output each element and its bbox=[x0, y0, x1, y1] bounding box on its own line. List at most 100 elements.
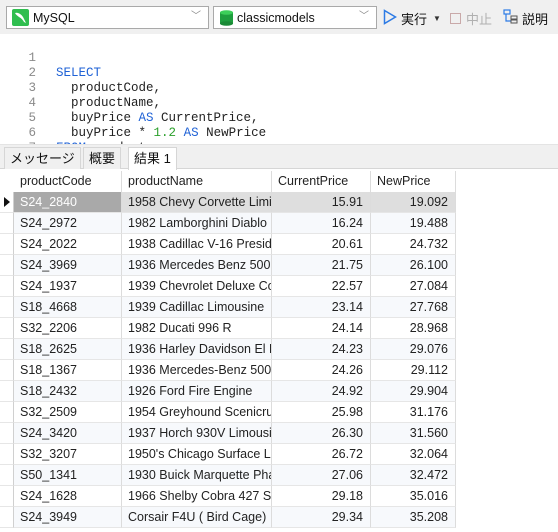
cell-productcode[interactable]: S24_3969 bbox=[14, 255, 122, 276]
cell-productname[interactable]: 1982 Lamborghini Diablo bbox=[122, 213, 272, 234]
row-header[interactable] bbox=[0, 465, 14, 486]
cell-currentprice[interactable]: 26.72 bbox=[272, 444, 371, 465]
table-row[interactable]: S32_25091954 Greyhound Scenicruiser25.98… bbox=[0, 402, 456, 423]
cell-newprice[interactable]: 19.092 bbox=[371, 192, 456, 213]
cell-currentprice[interactable]: 24.26 bbox=[272, 360, 371, 381]
cell-productcode[interactable]: S32_3207 bbox=[14, 444, 122, 465]
row-header[interactable] bbox=[0, 360, 14, 381]
cell-productname[interactable]: 1939 Chevrolet Deluxe Coupe bbox=[122, 276, 272, 297]
cell-productname[interactable]: 1936 Mercedes Benz 500k Roadster bbox=[122, 255, 272, 276]
table-row[interactable]: S18_4668 1939 Cadillac Limousine 23.14 27.7… bbox=[0, 297, 456, 318]
cell-newprice[interactable]: 19.488 bbox=[371, 213, 456, 234]
cell-newprice[interactable]: 28.968 bbox=[371, 318, 456, 339]
table-row[interactable]: S18_13671936 Mercedes-Benz 500K Special … bbox=[0, 360, 456, 381]
tab-summary[interactable]: 概要 bbox=[83, 147, 122, 169]
cell-productname[interactable]: 1936 Harley Davidson El Knucklehead bbox=[122, 339, 272, 360]
table-row[interactable]: S24_3949 Corsair F4U ( Bird Cage) 29.34 35.… bbox=[0, 507, 456, 528]
column-header-currentprice[interactable]: CurrentPrice bbox=[272, 171, 371, 192]
cell-newprice[interactable]: 24.732 bbox=[371, 234, 456, 255]
column-header-newprice[interactable]: NewPrice bbox=[371, 171, 456, 192]
tab-messages[interactable]: メッセージ bbox=[4, 147, 81, 169]
row-header[interactable] bbox=[0, 255, 14, 276]
cell-productcode[interactable]: S32_2206 bbox=[14, 318, 122, 339]
row-header[interactable] bbox=[0, 444, 14, 465]
cell-currentprice[interactable]: 26.30 bbox=[272, 423, 371, 444]
cell-currentprice[interactable]: 20.61 bbox=[272, 234, 371, 255]
cell-productcode[interactable]: S24_3420 bbox=[14, 423, 122, 444]
table-row[interactable]: S32_32071950's Chicago Surface Lines Str… bbox=[0, 444, 456, 465]
cell-productname[interactable]: Corsair F4U ( Bird Cage) bbox=[122, 507, 272, 528]
table-row[interactable]: S24_1628 1966 Shelby Cobra 427 S/C 29.18 35… bbox=[0, 486, 456, 507]
cell-currentprice[interactable]: 27.06 bbox=[272, 465, 371, 486]
row-header[interactable] bbox=[0, 192, 14, 213]
cell-newprice[interactable]: 27.084 bbox=[371, 276, 456, 297]
table-row[interactable]: S24_3420 1937 Horch 930V Limousine 26.30 31… bbox=[0, 423, 456, 444]
row-header[interactable] bbox=[0, 318, 14, 339]
cell-productcode[interactable]: S24_2022 bbox=[14, 234, 122, 255]
tab-result-1[interactable]: 結果 1 bbox=[128, 147, 177, 170]
cell-newprice[interactable]: 29.112 bbox=[371, 360, 456, 381]
column-header-productcode[interactable]: productCode bbox=[14, 171, 122, 192]
cell-productcode[interactable]: S32_2509 bbox=[14, 402, 122, 423]
row-header[interactable] bbox=[0, 297, 14, 318]
cell-productname[interactable]: 1982 Ducati 996 R bbox=[122, 318, 272, 339]
table-row[interactable]: S18_26251936 Harley Davidson El Knuckleh… bbox=[0, 339, 456, 360]
stop-button[interactable]: 中止 bbox=[450, 7, 492, 29]
table-row[interactable]: S18_2432 1926 Ford Fire Engine 24.92 29.904 bbox=[0, 381, 456, 402]
cell-newprice[interactable]: 35.016 bbox=[371, 486, 456, 507]
table-row[interactable]: S24_2972 1982 Lamborghini Diablo 16.24 19.4… bbox=[0, 213, 456, 234]
row-header[interactable] bbox=[0, 507, 14, 528]
table-row[interactable]: S32_2206 1982 Ducati 996 R 24.14 28.968 bbox=[0, 318, 456, 339]
cell-newprice[interactable]: 31.176 bbox=[371, 402, 456, 423]
cell-newprice[interactable]: 26.100 bbox=[371, 255, 456, 276]
run-dropdown-icon[interactable]: ▼ bbox=[433, 14, 441, 23]
cell-productcode[interactable]: S24_1937 bbox=[14, 276, 122, 297]
cell-productname[interactable]: 1958 Chevy Corvette Limited Edition bbox=[122, 192, 272, 213]
cell-newprice[interactable]: 29.904 bbox=[371, 381, 456, 402]
connection-select[interactable]: MySQL ﹀ bbox=[6, 6, 209, 29]
cell-currentprice[interactable]: 29.34 bbox=[272, 507, 371, 528]
cell-currentprice[interactable]: 22.57 bbox=[272, 276, 371, 297]
cell-productcode[interactable]: S18_4668 bbox=[14, 297, 122, 318]
row-header[interactable] bbox=[0, 339, 14, 360]
cell-newprice[interactable]: 32.472 bbox=[371, 465, 456, 486]
table-row[interactable]: S24_28401958 Chevy Corvette Limited Edit… bbox=[0, 192, 456, 213]
cell-productname[interactable]: 1938 Cadillac V-16 Presidential Limousin… bbox=[122, 234, 272, 255]
cell-productcode[interactable]: S50_1341 bbox=[14, 465, 122, 486]
explain-button[interactable]: 説明 bbox=[503, 7, 548, 29]
cell-currentprice[interactable]: 25.98 bbox=[272, 402, 371, 423]
table-row[interactable]: S24_39691936 Mercedes Benz 500k Roadster… bbox=[0, 255, 456, 276]
cell-currentprice[interactable]: 16.24 bbox=[272, 213, 371, 234]
table-row[interactable]: S50_13411930 Buick Marquette Phaeton27.0… bbox=[0, 465, 456, 486]
database-select[interactable]: classicmodels ﹀ bbox=[213, 6, 377, 29]
cell-productcode[interactable]: S24_3949 bbox=[14, 507, 122, 528]
cell-productname[interactable]: 1950's Chicago Surface Lines Streetcar bbox=[122, 444, 272, 465]
row-header[interactable] bbox=[0, 402, 14, 423]
row-header[interactable] bbox=[0, 423, 14, 444]
row-header[interactable] bbox=[0, 381, 14, 402]
cell-newprice[interactable]: 27.768 bbox=[371, 297, 456, 318]
column-header-productname[interactable]: productName bbox=[122, 171, 272, 192]
row-header[interactable] bbox=[0, 486, 14, 507]
cell-currentprice[interactable]: 21.75 bbox=[272, 255, 371, 276]
cell-productname[interactable]: 1930 Buick Marquette Phaeton bbox=[122, 465, 272, 486]
row-header[interactable] bbox=[0, 276, 14, 297]
cell-productcode[interactable]: S24_2840 bbox=[14, 192, 122, 213]
cell-currentprice[interactable]: 29.18 bbox=[272, 486, 371, 507]
cell-productcode[interactable]: S18_1367 bbox=[14, 360, 122, 381]
table-row[interactable]: S24_19371939 Chevrolet Deluxe Coupe22.57… bbox=[0, 276, 456, 297]
cell-currentprice[interactable]: 24.92 bbox=[272, 381, 371, 402]
cell-productcode[interactable]: S24_2972 bbox=[14, 213, 122, 234]
cell-currentprice[interactable]: 15.91 bbox=[272, 192, 371, 213]
cell-productname[interactable]: 1926 Ford Fire Engine bbox=[122, 381, 272, 402]
sql-editor[interactable]: 1 SELECT 2 productCode, 3 productName, 4… bbox=[0, 34, 558, 170]
row-header[interactable] bbox=[0, 213, 14, 234]
cell-productname[interactable]: 1966 Shelby Cobra 427 S/C bbox=[122, 486, 272, 507]
cell-productname[interactable]: 1936 Mercedes-Benz 500K Special Roadster bbox=[122, 360, 272, 381]
cell-productcode[interactable]: S18_2625 bbox=[14, 339, 122, 360]
cell-productcode[interactable]: S24_1628 bbox=[14, 486, 122, 507]
cell-currentprice[interactable]: 23.14 bbox=[272, 297, 371, 318]
cell-productname[interactable]: 1954 Greyhound Scenicruiser bbox=[122, 402, 272, 423]
cell-productcode[interactable]: S18_2432 bbox=[14, 381, 122, 402]
cell-productname[interactable]: 1939 Cadillac Limousine bbox=[122, 297, 272, 318]
